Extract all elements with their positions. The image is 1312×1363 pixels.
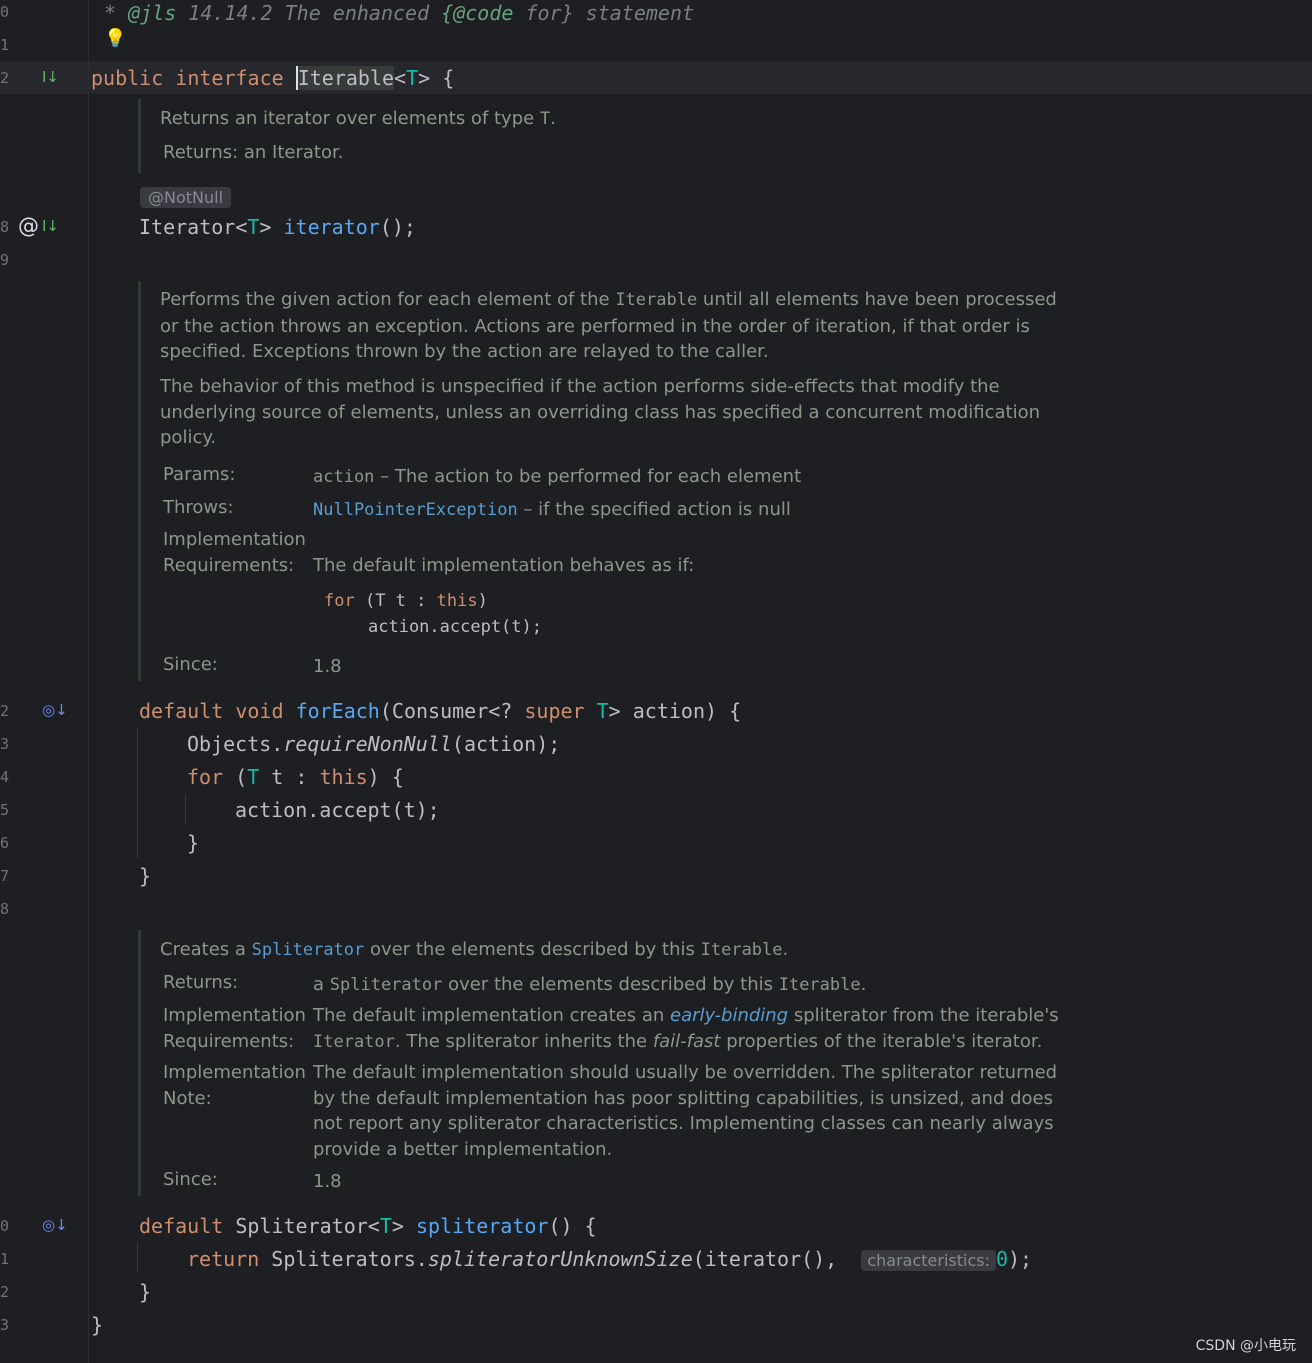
since-label: Since: <box>163 1169 218 1190</box>
params-label: Params: <box>163 464 236 485</box>
interface-declaration[interactable]: public interface Iterable<T> { <box>91 65 454 91</box>
implemented-method-icon[interactable]: I↓ <box>42 217 59 235</box>
impl-code-line-2: action.accept(t); <box>368 617 542 637</box>
overridden-method-icon[interactable]: ◎↓ <box>42 701 68 719</box>
impl-code-line-1: for (T t : this) <box>324 591 488 611</box>
indent-guide <box>137 1243 138 1273</box>
line-number: 3 <box>0 1316 10 1334</box>
line-number: 2 <box>0 69 10 87</box>
overridden-method-icon[interactable]: ◎↓ <box>42 1216 68 1234</box>
line-number: 5 <box>0 801 10 819</box>
impl-note-label: Implementation Note: <box>163 1062 306 1109</box>
doc-block-bar <box>138 281 141 681</box>
code-line[interactable]: } <box>91 1312 103 1338</box>
impl-requirements-label: Implementation Requirements: <box>163 529 306 576</box>
line-number: 1 <box>0 36 10 54</box>
javadoc-comment-line: * @jls 14.14.2 The enhanced {@code for} … <box>104 1 695 25</box>
impl-note-value: The default implementation should usuall… <box>313 1062 1058 1160</box>
notnull-annotation-hint: @NotNull <box>140 187 232 208</box>
line-number: 4 <box>0 768 10 786</box>
iterator-doc-returns: Returns: an Iterator. <box>163 142 344 163</box>
early-binding-link[interactable]: early-binding <box>670 1005 788 1026</box>
impl-requirements-label: Implementation Requirements: <box>163 1005 306 1052</box>
impl-requirements-value: The default implementation behaves as if… <box>313 555 695 576</box>
line-number: 7 <box>0 867 10 885</box>
parameter-name-hint: characteristics: <box>861 1250 996 1271</box>
code-line[interactable]: Objects.requireNonNull(action); <box>187 731 560 757</box>
nullpointerexception-link[interactable]: NullPointerException <box>313 500 518 520</box>
gutter-separator <box>88 0 89 1363</box>
throws-value: NullPointerException – if the specified … <box>313 499 791 520</box>
code-line[interactable]: } <box>139 1279 151 1305</box>
returns-label: Returns: <box>163 972 239 993</box>
since-label: Since: <box>163 654 218 675</box>
doc-block-bar <box>138 99 141 173</box>
iterator-doc-summary: Returns an iterator over elements of typ… <box>160 108 556 129</box>
line-number: 2 <box>0 702 10 720</box>
since-value: 1.8 <box>313 1171 342 1192</box>
doc-block-bar <box>138 930 141 1196</box>
line-number: 1 <box>0 1250 10 1268</box>
foreach-doc-paragraph-2: The behavior of this method is unspecifi… <box>160 376 1040 448</box>
spliterator-doc-summary: Creates a Spliterator over the elements … <box>160 939 789 960</box>
indent-guide <box>137 728 138 858</box>
returns-value: a Spliterator over the elements describe… <box>313 974 867 995</box>
code-line[interactable]: return Spliterators.spliteratorUnknownSi… <box>187 1246 1032 1274</box>
foreach-method-declaration[interactable]: default void forEach(Consumer<? super T>… <box>139 698 741 724</box>
spliterator-link[interactable]: Spliterator <box>252 940 365 960</box>
line-number: 0 <box>0 3 10 21</box>
watermark: CSDN @小电玩 <box>1195 1338 1296 1354</box>
code-line[interactable]: action.accept(t); <box>235 797 440 823</box>
code-line[interactable]: } <box>139 863 151 889</box>
implemented-interface-icon[interactable]: I↓ <box>42 68 59 86</box>
line-number: 8 <box>0 218 10 236</box>
throws-label: Throws: <box>163 497 234 518</box>
line-number: 0 <box>0 1217 10 1235</box>
spliterator-method-declaration[interactable]: default Spliterator<T> spliterator() { <box>139 1213 597 1239</box>
line-number: 2 <box>0 1283 10 1301</box>
line-number: 6 <box>0 834 10 852</box>
indent-guide <box>185 795 186 825</box>
impl-requirements-value: The default implementation creates an ea… <box>313 1005 1059 1052</box>
params-value: action – The action to be performed for … <box>313 466 802 487</box>
iterator-method-declaration[interactable]: Iterator<T> iterator(); <box>139 214 416 240</box>
since-value: 1.8 <box>313 656 342 677</box>
line-number: 3 <box>0 735 10 753</box>
foreach-doc-paragraph-1: Performs the given action for each eleme… <box>160 289 1057 362</box>
line-number: 9 <box>0 251 10 269</box>
lightbulb-icon[interactable]: 💡 <box>104 28 126 49</box>
override-annotation-icon[interactable]: @ <box>18 214 39 238</box>
line-number: 8 <box>0 900 10 918</box>
code-line[interactable]: } <box>187 830 199 856</box>
code-line[interactable]: for (T t : this) { <box>187 764 404 790</box>
